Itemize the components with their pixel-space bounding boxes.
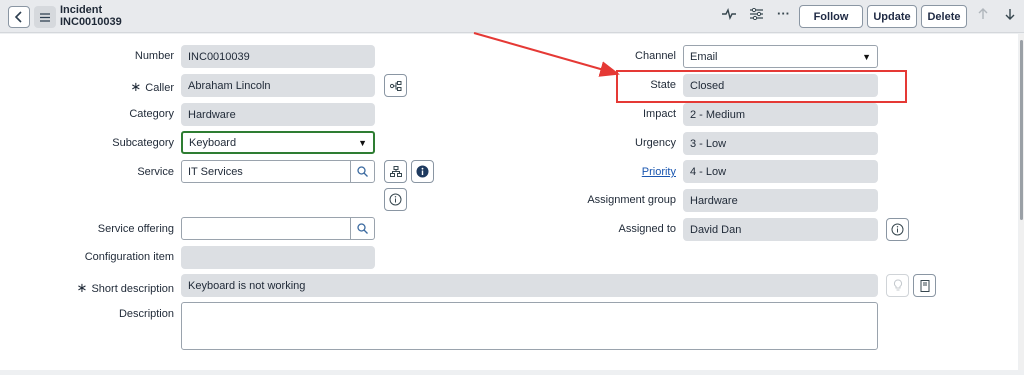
annotation-arrow xyxy=(473,32,620,77)
